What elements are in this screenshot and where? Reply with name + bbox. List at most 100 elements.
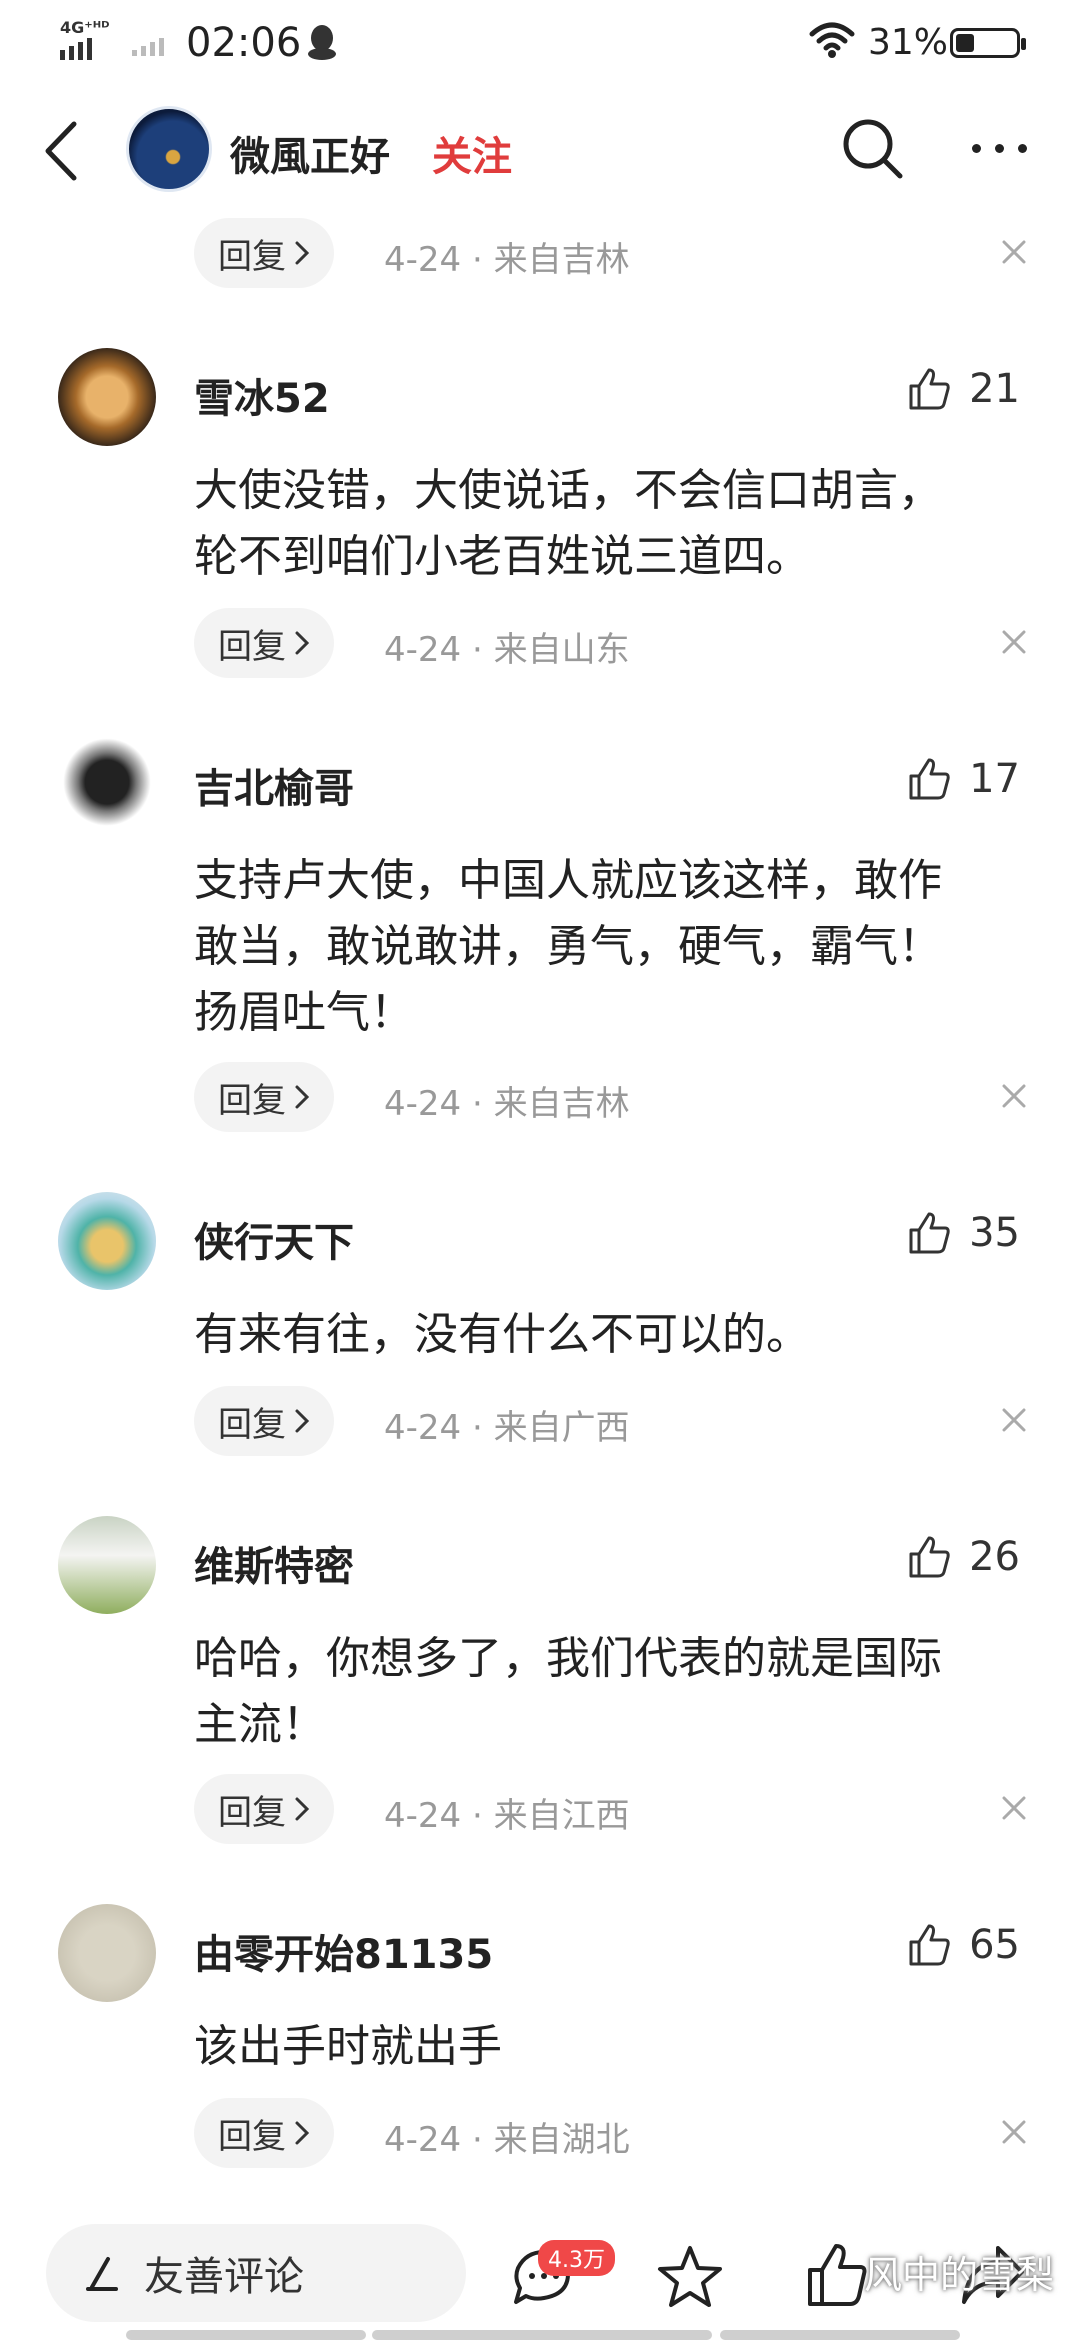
home-indicator-segment (720, 2330, 960, 2340)
top-navigation: 微風正好 关注 (0, 90, 1080, 210)
pen-icon (86, 2257, 118, 2291)
like-button[interactable]: 17 (907, 756, 1020, 802)
comment-username[interactable]: 维斯特密 (194, 1534, 354, 1592)
comment-actions-row: 回复 4-24 · 来自广西 (194, 1386, 1034, 1460)
star-icon[interactable] (656, 2244, 724, 2314)
comment-text-line: 敢当，敢说敢讲，勇气，硬气，霸气！ (194, 921, 942, 972)
thumbs-up-icon[interactable] (804, 2240, 868, 2314)
close-icon[interactable] (994, 1788, 1034, 1828)
chevron-right-icon (295, 241, 310, 265)
follow-button[interactable]: 关注 (432, 124, 512, 182)
home-indicator-segment (126, 2330, 366, 2340)
thumbs-up-icon (909, 758, 950, 800)
avatar[interactable] (58, 348, 156, 446)
avatar[interactable] (58, 1516, 156, 1614)
thumbs-up-icon (909, 1536, 950, 1578)
comment-input-placeholder: 友善评论 (144, 2254, 304, 2300)
like-button[interactable]: 65 (907, 1922, 1020, 1968)
comment-text-line: 该出手时就出手 (194, 2021, 502, 2072)
signal-2-icon (132, 38, 164, 56)
thumbs-up-icon (909, 1924, 950, 1966)
like-button[interactable]: 35 (907, 1210, 1020, 1256)
qq-notification-icon (306, 22, 338, 66)
comment-text-line: 支持卢大使，中国人就应该这样，敢作 (194, 855, 942, 906)
comment-input[interactable]: 友善评论 (46, 2224, 466, 2322)
comment-username[interactable]: 侠行天下 (194, 1210, 354, 1268)
comment-actions-row: 回复 4-24 · 来自吉林 (194, 1062, 1034, 1136)
battery-icon (950, 28, 1026, 58)
signal-icon (60, 38, 92, 60)
close-icon[interactable] (994, 1400, 1034, 1440)
author-avatar[interactable] (126, 106, 212, 192)
reply-button[interactable]: 回复 (194, 1386, 334, 1456)
reply-button[interactable]: 回复 (194, 1774, 334, 1844)
reply-label: 回复 (218, 1404, 286, 1445)
thumbs-up-icon (909, 368, 950, 410)
clock: 02:06 (186, 20, 302, 66)
comment-text-line: 大使没错，大使说话，不会信口胡言， (194, 465, 942, 516)
avatar[interactable] (58, 1904, 156, 2002)
reply-label: 回复 (218, 626, 286, 667)
comment-username[interactable]: 吉北榆哥 (194, 756, 354, 814)
comment-text-line: 有来有往，没有什么不可以的。 (194, 1309, 810, 1360)
reply-button[interactable]: 回复 (194, 218, 334, 288)
chevron-right-icon (295, 2121, 310, 2145)
close-icon[interactable] (994, 2112, 1034, 2152)
comment-meta: 4-24 · 来自广西 (384, 1408, 630, 1448)
comment-text: 支持卢大使，中国人就应该这样，敢作 敢当，敢说敢讲，勇气，硬气，霸气！ 扬眉吐气… (194, 848, 1034, 1046)
reply-button[interactable]: 回复 (194, 2098, 334, 2168)
battery-percentage: 31% (868, 22, 949, 63)
comment-text: 哈哈，你想多了，我们代表的就是国际 主流！ (194, 1626, 1034, 1758)
reply-button[interactable]: 回复 (194, 608, 334, 678)
more-dots-icon[interactable] (972, 144, 1027, 153)
close-icon[interactable] (994, 232, 1034, 272)
chevron-right-icon (295, 1797, 310, 1821)
reply-label: 回复 (218, 1080, 286, 1121)
comment-count-badge: 4.3万 (538, 2240, 615, 2276)
watermark: 风中的雪梨 (864, 2253, 1055, 2297)
like-count: 26 (969, 1534, 1020, 1580)
author-name[interactable]: 微風正好 (230, 124, 390, 182)
avatar[interactable] (58, 738, 156, 836)
avatar[interactable] (58, 1192, 156, 1290)
reply-label: 回复 (218, 236, 286, 277)
network-indicator: 4G⁺ᴴᴰ (60, 18, 110, 37)
comment-text-line: 主流！ (194, 1699, 326, 1750)
comment-username[interactable]: 雪冰52 (194, 366, 330, 424)
comment-actions-row: 回复 4-24 · 来自山东 (194, 608, 1034, 682)
comment-meta: 4-24 · 来自江西 (384, 1796, 630, 1836)
comment-text-line: 哈哈，你想多了，我们代表的就是国际 (194, 1633, 942, 1684)
thumbs-up-icon (909, 1212, 950, 1254)
reply-button[interactable]: 回复 (194, 1062, 334, 1132)
chevron-right-icon (295, 631, 310, 655)
reply-label: 回复 (218, 1792, 286, 1833)
comment-text: 有来有往，没有什么不可以的。 (194, 1302, 1034, 1368)
comment-username[interactable]: 由零开始81135 (194, 1922, 493, 1980)
like-count: 17 (969, 756, 1020, 802)
chevron-right-icon (295, 1409, 310, 1433)
battery-level-fill (956, 34, 974, 52)
comment-text-line: 轮不到咱们小老百姓说三道四。 (194, 531, 810, 582)
chevron-right-icon (295, 1085, 310, 1109)
comment-text-line: 扬眉吐气！ (194, 987, 414, 1038)
back-icon[interactable] (36, 116, 86, 186)
close-icon[interactable] (994, 1076, 1034, 1116)
like-count: 21 (969, 366, 1020, 412)
comment-meta: 4-24 · 来自吉林 (384, 240, 630, 280)
like-button[interactable]: 21 (907, 366, 1020, 412)
like-count: 65 (969, 1922, 1020, 1968)
comment-text: 大使没错，大使说话，不会信口胡言， 轮不到咱们小老百姓说三道四。 (194, 458, 1034, 590)
comment-text: 该出手时就出手 (194, 2014, 1034, 2080)
like-count: 35 (969, 1210, 1020, 1256)
wifi-icon (808, 20, 856, 64)
comment-meta: 4-24 · 来自山东 (384, 630, 630, 670)
close-icon[interactable] (994, 622, 1034, 662)
search-icon[interactable] (840, 116, 906, 186)
like-button[interactable]: 26 (907, 1534, 1020, 1580)
status-bar: 4G⁺ᴴᴰ 02:06 31% (0, 0, 1080, 80)
comment-actions-row: 回复 4-24 · 来自江西 (194, 1774, 1034, 1848)
comment-meta: 4-24 · 来自湖北 (384, 2120, 630, 2160)
comment-actions-row: 回复 4-24 · 来自吉林 (194, 218, 1034, 292)
comment-meta: 4-24 · 来自吉林 (384, 1084, 630, 1124)
reply-label: 回复 (218, 2116, 286, 2157)
